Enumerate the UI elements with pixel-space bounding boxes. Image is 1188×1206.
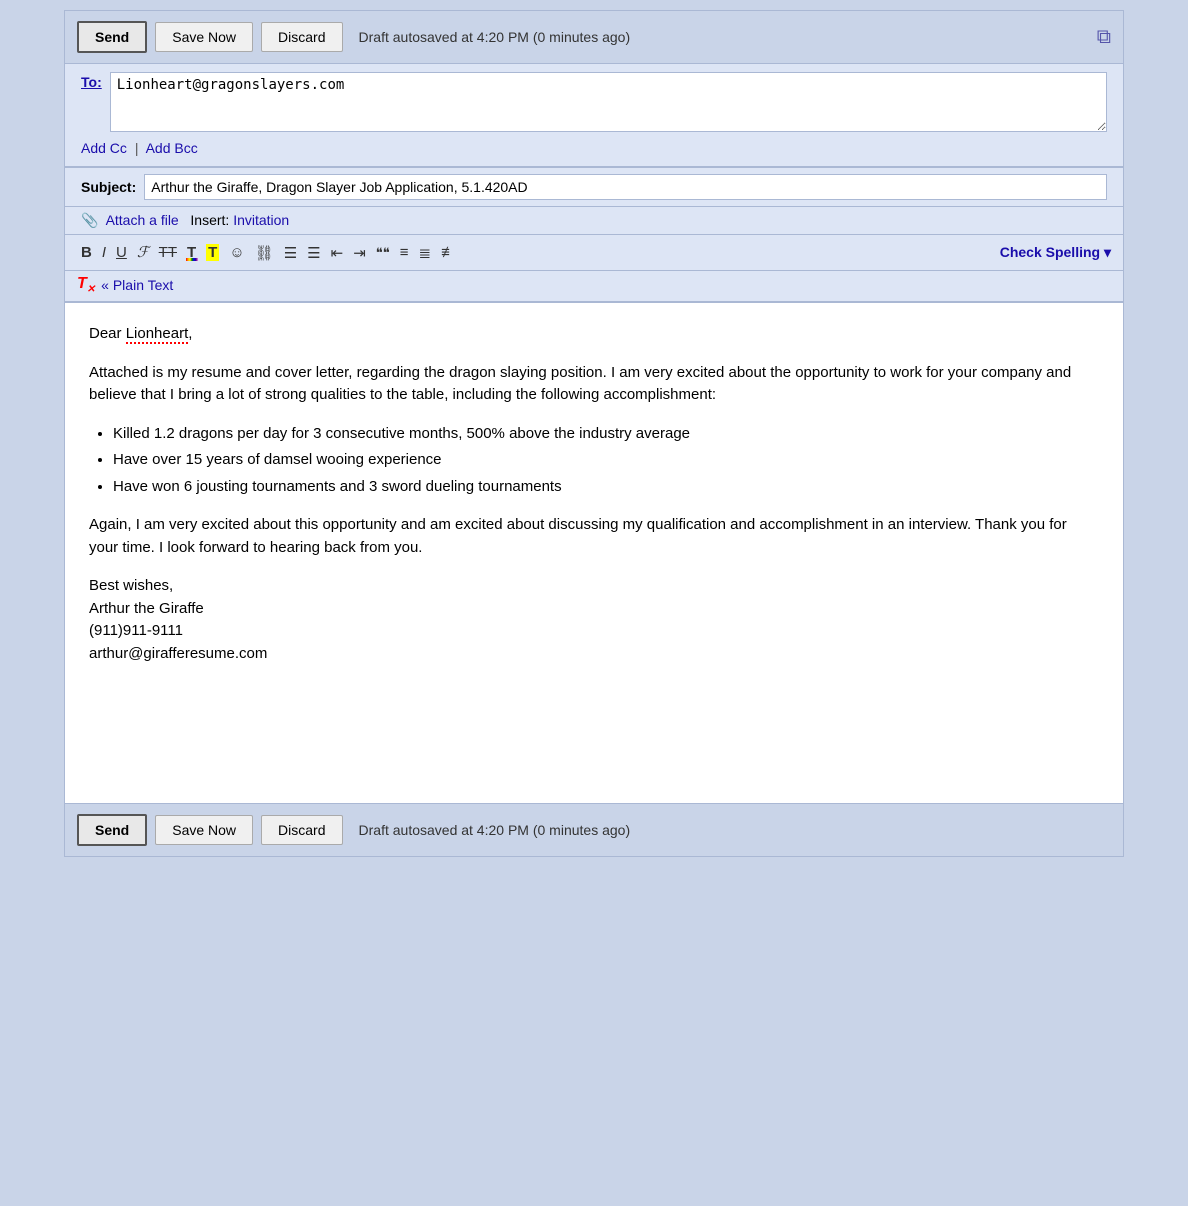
send-button-top[interactable]: Send (77, 21, 147, 53)
check-spelling-button[interactable]: Check Spelling ▾ (1000, 244, 1111, 261)
strikethrough-button[interactable]: TT (155, 242, 181, 263)
format-toolbar: B I U ℱ TT T T ☺ ⛓ ☰ ☰ ⇤ ⇥ ❝❝ ≡ ≣ ≢ Chec… (65, 235, 1123, 271)
italic-button[interactable]: I (98, 242, 110, 263)
unordered-list-button[interactable]: ☰ (303, 242, 324, 264)
smiley-button[interactable]: ☺ (225, 242, 248, 263)
add-bcc-link[interactable]: Add Bcc (146, 140, 198, 156)
subject-label: Subject: (81, 179, 136, 195)
underline-button[interactable]: U (112, 242, 131, 263)
align-right-button[interactable]: ≢ (437, 242, 460, 263)
subject-input[interactable] (144, 174, 1107, 200)
to-input[interactable]: Lionheart@gragonslayers.com (110, 72, 1107, 132)
expand-icon[interactable]: ⧉ (1097, 26, 1111, 49)
cc-bcc-row: Add Cc | Add Bcc (81, 136, 1107, 162)
plain-text-row: T✕ « Plain Text (65, 271, 1123, 303)
list-item: Have won 6 jousting tournaments and 3 sw… (113, 476, 1099, 499)
indent-less-button[interactable]: ⇤ (327, 242, 348, 264)
to-label[interactable]: To: (81, 72, 102, 90)
attach-row: 📎 Attach a file Insert: Invitation (65, 207, 1123, 235)
font-button[interactable]: ℱ (133, 241, 153, 264)
discard-button-bottom[interactable]: Discard (261, 815, 342, 845)
recipients-area: To: Lionheart@gragonslayers.com Add Cc |… (65, 64, 1123, 167)
save-now-button-top[interactable]: Save Now (155, 22, 253, 52)
body-paragraph-1: Attached is my resume and cover letter, … (89, 362, 1099, 407)
greeting: Dear Lionheart, (89, 323, 1099, 346)
separator: | (135, 140, 139, 156)
align-center-button[interactable]: ≣ (415, 242, 436, 264)
attach-file-link[interactable]: Attach a file (106, 212, 179, 228)
list-item: Killed 1.2 dragons per day for 3 consecu… (113, 423, 1099, 446)
to-row: To: Lionheart@gragonslayers.com (81, 72, 1107, 132)
ordered-list-button[interactable]: ☰ (280, 242, 301, 264)
send-button-bottom[interactable]: Send (77, 814, 147, 846)
align-left-button[interactable]: ≡ (396, 242, 413, 263)
accomplishments-list: Killed 1.2 dragons per day for 3 consecu… (113, 423, 1099, 499)
autosave-status-bottom: Draft autosaved at 4:20 PM (0 minutes ag… (359, 822, 631, 838)
paperclip-icon: 📎 (81, 212, 98, 228)
list-item: Have over 15 years of damsel wooing expe… (113, 449, 1099, 472)
email-body: Dear Lionheart, Attached is my resume an… (65, 303, 1123, 803)
signature: Best wishes, Arthur the Giraffe (911)911… (89, 575, 1099, 665)
link-button[interactable]: ⛓ (251, 242, 278, 264)
autosave-status: Draft autosaved at 4:20 PM (0 minutes ag… (359, 29, 631, 45)
email-compose-window: Send Save Now Discard Draft autosaved at… (64, 10, 1124, 857)
signature-text: Best wishes, Arthur the Giraffe (911)911… (89, 575, 1099, 665)
save-now-button-bottom[interactable]: Save Now (155, 815, 253, 845)
body-paragraph-2: Again, I am very excited about this oppo… (89, 514, 1099, 559)
add-cc-link[interactable]: Add Cc (81, 140, 127, 156)
subject-row: Subject: (65, 167, 1123, 207)
top-toolbar: Send Save Now Discard Draft autosaved at… (65, 11, 1123, 64)
discard-button-top[interactable]: Discard (261, 22, 342, 52)
blockquote-button[interactable]: ❝❝ (372, 243, 394, 263)
bold-button[interactable]: B (77, 242, 96, 263)
plain-text-link[interactable]: « Plain Text (101, 277, 173, 293)
invitation-link[interactable]: Invitation (233, 212, 289, 228)
font-color-button[interactable]: T (183, 242, 200, 263)
recipient-name: Lionheart (126, 325, 189, 344)
tx-icon: T✕ (77, 275, 95, 295)
highlight-button[interactable]: T (202, 242, 223, 263)
bottom-toolbar: Send Save Now Discard Draft autosaved at… (65, 803, 1123, 856)
indent-more-button[interactable]: ⇥ (349, 242, 370, 264)
